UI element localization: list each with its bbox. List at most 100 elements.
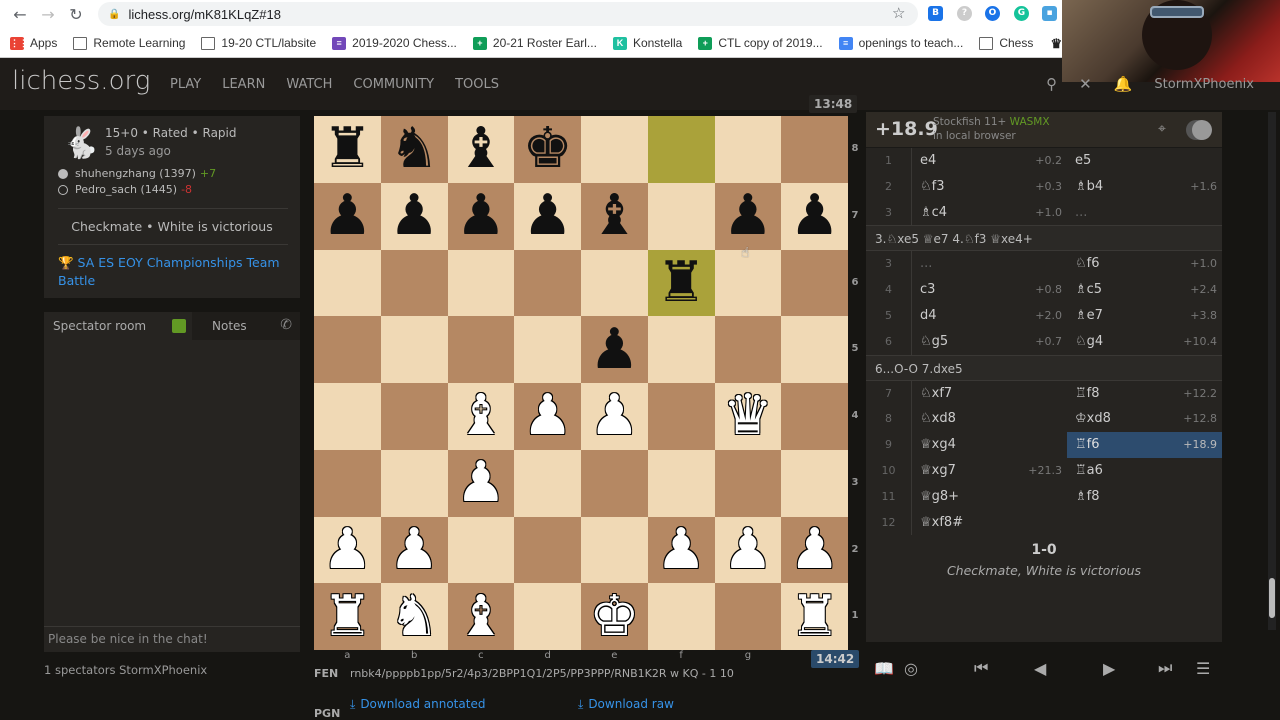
variation-line[interactable]: 6...O-O 7.dxe5 (866, 354, 1222, 381)
white-move[interactable]: ♘xf7 (912, 381, 1067, 407)
white-rook-piece[interactable]: ♜ (790, 588, 840, 645)
square-h8[interactable] (781, 116, 848, 183)
chat-input[interactable]: Please be nice in the chat! (44, 626, 300, 650)
square-b5[interactable] (380, 316, 448, 383)
square-h2[interactable]: ♟ (781, 516, 848, 584)
variation-line[interactable]: 3.♘xe5 ♕e7 4.♘f3 ♕xe4+ (866, 225, 1222, 252)
download-annotated-link[interactable]: ⤓ Download annotated (350, 697, 485, 712)
square-d1[interactable] (514, 583, 581, 650)
square-e6[interactable] (581, 249, 648, 317)
black-bishop-piece[interactable]: ♝ (589, 188, 639, 244)
square-f6[interactable]: ♜ (647, 249, 715, 317)
square-e7[interactable]: ♝ (581, 182, 648, 250)
black-player[interactable]: Pedro_sach (1445) -8 (58, 183, 192, 196)
black-move[interactable]: ♖f6 +18.9 (1067, 432, 1222, 458)
black-move[interactable]: ♗e7 +3.8 (1067, 303, 1222, 329)
nav-learn[interactable]: LEARN (222, 77, 265, 92)
bookmark-item[interactable]: Remote Learning (73, 36, 185, 50)
download-raw-link[interactable]: ⤓ Download raw (578, 697, 674, 712)
square-g3[interactable] (714, 449, 782, 517)
forward-button[interactable]: → (34, 5, 62, 24)
square-c4[interactable]: ♝ (447, 383, 515, 450)
black-move[interactable]: ... (1067, 200, 1222, 226)
bookmark-item[interactable]: Chess (979, 36, 1033, 50)
square-e5[interactable]: ♟ (581, 316, 648, 383)
engine-toggle[interactable] (1186, 120, 1212, 140)
square-b3[interactable] (380, 449, 448, 517)
bookmark-star-icon[interactable]: ☆ (892, 4, 905, 22)
square-f7[interactable] (647, 182, 715, 250)
square-a3[interactable] (314, 449, 381, 517)
square-e1[interactable]: ♚ (581, 583, 648, 650)
bookmark-item[interactable]: K Konstella (612, 36, 682, 50)
square-h5[interactable] (781, 316, 848, 383)
black-pawn-piece[interactable]: ♟ (389, 188, 439, 244)
next-move-icon[interactable]: ▶ (1103, 659, 1115, 678)
black-move[interactable]: ♖f8 +12.2 (1067, 381, 1222, 407)
white-move[interactable]: ♘xd8 (912, 406, 1067, 432)
black-pawn-piece[interactable]: ♟ (589, 321, 639, 378)
black-knight-piece[interactable]: ♞ (389, 121, 439, 177)
square-f2[interactable]: ♟ (647, 516, 715, 584)
crosshair-icon[interactable]: ⌖ (1158, 121, 1166, 137)
phone-icon[interactable]: ✆ (280, 317, 292, 333)
square-h4[interactable] (781, 383, 848, 450)
square-d2[interactable] (514, 516, 581, 584)
square-c1[interactable]: ♝ (447, 583, 515, 650)
white-move[interactable]: ♕xg7 +21.3 (912, 458, 1067, 484)
black-pawn-piece[interactable]: ♟ (523, 188, 573, 244)
last-move-icon[interactable]: ⏭ (1158, 658, 1172, 678)
square-a7[interactable]: ♟ (314, 182, 381, 250)
reload-button[interactable]: ↻ (62, 5, 90, 24)
white-knight-piece[interactable]: ♞ (389, 588, 439, 645)
square-d4[interactable]: ♟ (514, 383, 581, 450)
white-pawn-piece[interactable]: ♟ (589, 388, 639, 444)
black-move[interactable]: ♖a6 (1067, 458, 1222, 484)
square-d3[interactable] (514, 449, 581, 517)
white-move[interactable]: c3 +0.8 (912, 277, 1067, 303)
white-bishop-piece[interactable]: ♝ (456, 588, 506, 645)
square-g7[interactable]: ♟ (714, 182, 782, 250)
square-b8[interactable]: ♞ (380, 116, 448, 183)
square-c6[interactable] (447, 249, 515, 317)
white-move[interactable]: e4 +0.2 (912, 148, 1067, 174)
black-move[interactable]: ♗f8 (1067, 484, 1222, 510)
black-move[interactable]: ♔xd8 +12.8 (1067, 406, 1222, 432)
black-pawn-piece[interactable]: ♟ (790, 188, 840, 244)
black-move[interactable]: ♗c5 +2.4 (1067, 277, 1222, 303)
bookmark-item[interactable]: ⋮⋮ Apps (10, 36, 57, 50)
bookmark-item[interactable]: +20-21 Roster Earl... (472, 36, 597, 50)
square-h7[interactable]: ♟ (781, 182, 848, 250)
square-b4[interactable] (380, 383, 448, 450)
white-move[interactable]: ♕xg4 (912, 432, 1067, 458)
tournament-link[interactable]: 🏆 SA ES EOY Championships Team Battle (58, 254, 288, 290)
white-pawn-piece[interactable]: ♟ (790, 521, 840, 578)
square-g5[interactable] (714, 316, 782, 383)
first-move-icon[interactable]: ⏮ (974, 658, 988, 678)
white-move[interactable]: ♘g5 +0.7 (912, 329, 1067, 355)
white-player[interactable]: shuhengzhang (1397) +7 (58, 167, 216, 180)
black-rook-piece[interactable]: ♜ (322, 121, 372, 177)
address-bar[interactable]: 🔒 lichess.org/mK81KLqZ#18 (98, 2, 918, 26)
square-f8[interactable] (647, 116, 715, 183)
square-a5[interactable] (314, 316, 381, 383)
extension-icon[interactable]: ? (957, 6, 972, 21)
tournament-name[interactable]: SA ES EOY Championships Team Battle (58, 255, 280, 288)
nav-community[interactable]: COMMUNITY (353, 77, 434, 92)
site-logo[interactable]: lichess.org (12, 66, 150, 96)
black-pawn-piece[interactable]: ♟ (322, 188, 372, 244)
extension-icon[interactable]: ▪ (1042, 6, 1057, 21)
square-a1[interactable]: ♜ (314, 583, 381, 650)
square-g8[interactable] (714, 116, 782, 183)
square-g4[interactable]: ♛ (714, 383, 782, 450)
tab-notes[interactable]: Notes (192, 312, 247, 340)
square-a4[interactable] (314, 383, 381, 450)
bookmark-item[interactable]: ≡ openings to teach... (838, 36, 963, 50)
square-f1[interactable] (647, 583, 715, 650)
back-button[interactable]: ← (6, 5, 34, 24)
square-b7[interactable]: ♟ (380, 182, 448, 250)
white-pawn-piece[interactable]: ♟ (656, 521, 706, 578)
square-a2[interactable]: ♟ (314, 516, 381, 584)
white-rook-piece[interactable]: ♜ (322, 588, 372, 645)
nav-watch[interactable]: WATCH (286, 77, 332, 92)
